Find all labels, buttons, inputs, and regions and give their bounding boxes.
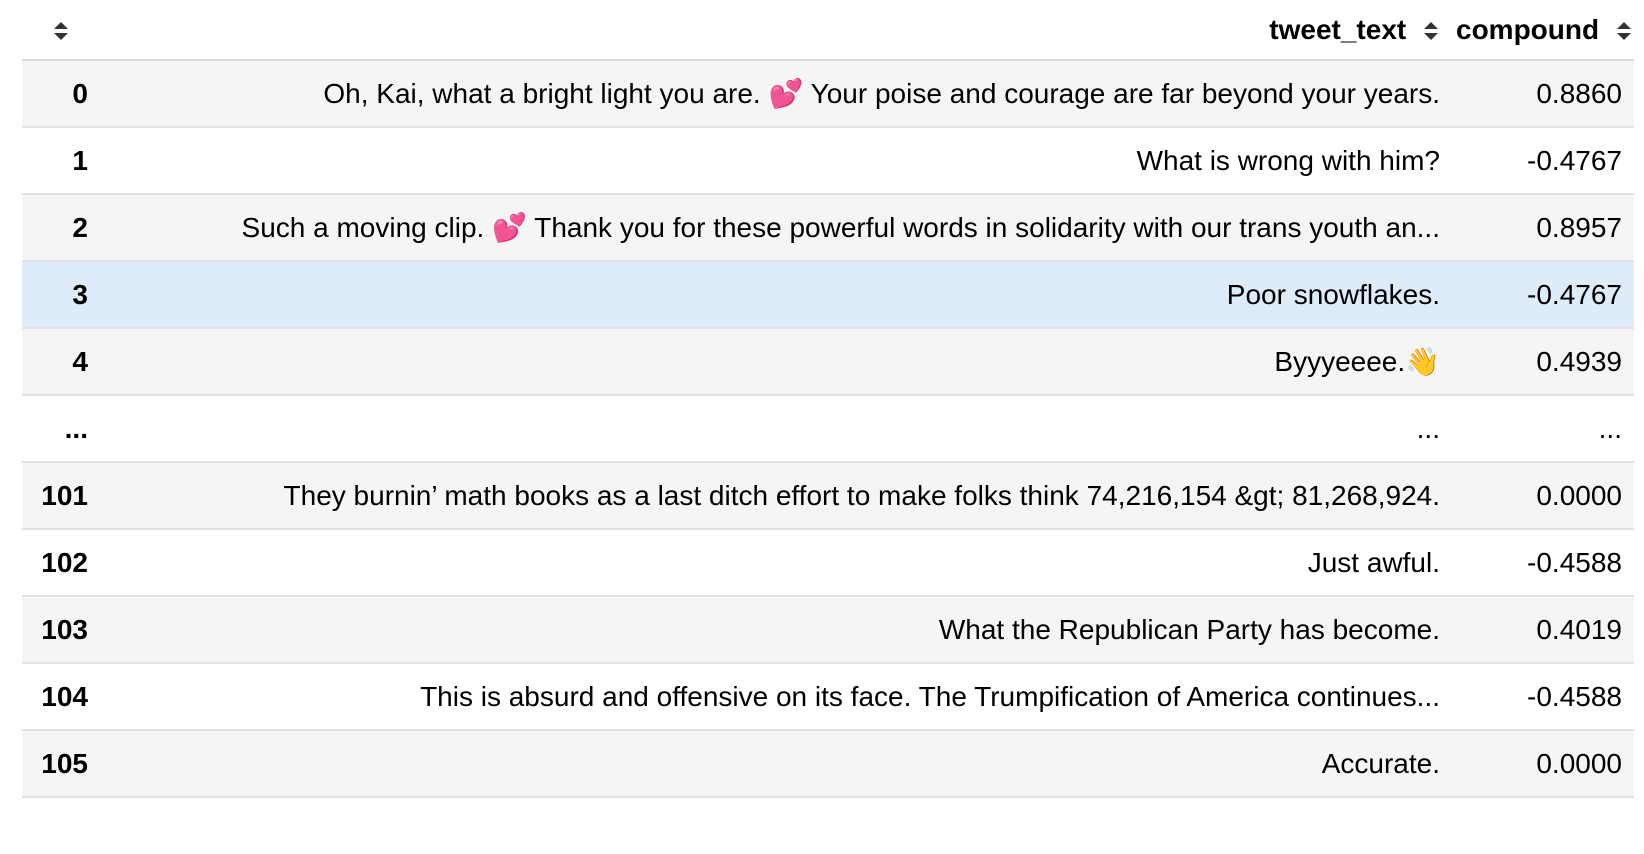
cell-tweet-text: Such a moving clip. 💕 Thank you for thes… (241, 212, 1440, 243)
cell-tweet-text: Accurate. (1321, 747, 1440, 779)
dataframe-table: tweet_text compound 0 Oh, Kai, what a br… (22, 0, 1634, 798)
cell-tweet-text: They burnin’ math books as a last ditch … (283, 479, 1440, 511)
header-row: tweet_text compound (22, 0, 1634, 61)
row-index: 1 (72, 144, 88, 176)
row-index: 103 (41, 613, 88, 645)
row-index: 0 (72, 77, 88, 109)
cell-tweet-text: Just awful. (1307, 546, 1440, 578)
column-header-tweet-text[interactable]: tweet_text (100, 0, 1448, 61)
row-index: 102 (41, 546, 88, 578)
row-index: 105 (41, 747, 88, 779)
table-row[interactable]: 4 Byyyeeee.👋 0.4939 (22, 328, 1634, 395)
cell-tweet-text: ... (1416, 412, 1440, 444)
dataframe-view: tweet_text compound 0 Oh, Kai, what a br… (22, 0, 1634, 798)
cell-compound: 0.0000 (1536, 479, 1622, 511)
table-body: 0 Oh, Kai, what a bright light you are. … (22, 60, 1634, 797)
cell-compound: ... (1598, 412, 1622, 444)
table-row[interactable]: 102 Just awful. -0.4588 (22, 529, 1634, 596)
cell-tweet-text: Byyyeeee.👋 (1274, 346, 1440, 377)
column-header-label: compound (1456, 13, 1600, 45)
sort-updown-icon[interactable] (1615, 19, 1633, 43)
table-row[interactable]: 103 What the Republican Party has become… (22, 596, 1634, 663)
row-index: 101 (41, 479, 88, 511)
row-index: 104 (41, 680, 88, 712)
cell-tweet-text: Poor snowflakes. (1226, 278, 1440, 310)
sort-updown-icon[interactable] (52, 19, 70, 43)
column-header-compound[interactable]: compound (1448, 0, 1634, 61)
column-header-label: tweet_text (1269, 13, 1407, 45)
sort-updown-icon[interactable] (1422, 19, 1440, 43)
row-index: 2 (72, 211, 88, 243)
cell-tweet-text: Oh, Kai, what a bright light you are. 💕 … (323, 78, 1440, 109)
cell-compound: -0.4588 (1527, 680, 1622, 712)
cell-tweet-text: What is wrong with him? (1136, 144, 1440, 176)
row-index: ... (64, 412, 88, 444)
cell-tweet-text: What the Republican Party has become. (938, 613, 1440, 645)
row-index: 3 (72, 278, 88, 310)
table-row-ellipsis: ... ... ... (22, 395, 1634, 462)
table-row[interactable]: 105 Accurate. 0.0000 (22, 730, 1634, 797)
table-row[interactable]: 101 They burnin’ math books as a last di… (22, 462, 1634, 529)
cell-compound: 0.0000 (1536, 747, 1622, 779)
cell-compound: 0.8860 (1536, 77, 1622, 109)
table-header: tweet_text compound (22, 0, 1634, 61)
cell-compound: 0.4019 (1536, 613, 1622, 645)
table-row-selected[interactable]: 3 Poor snowflakes. -0.4767 (22, 261, 1634, 328)
column-header-index[interactable] (22, 0, 100, 61)
cell-compound: -0.4767 (1527, 278, 1622, 310)
table-row[interactable]: 1 What is wrong with him? -0.4767 (22, 127, 1634, 194)
table-row[interactable]: 2 Such a moving clip. 💕 Thank you for th… (22, 194, 1634, 261)
table-row[interactable]: 0 Oh, Kai, what a bright light you are. … (22, 60, 1634, 127)
row-index: 4 (72, 345, 88, 377)
cell-compound: -0.4767 (1527, 144, 1622, 176)
cell-tweet-text: This is absurd and offensive on its face… (420, 680, 1440, 712)
cell-compound: 0.8957 (1536, 211, 1622, 243)
cell-compound: 0.4939 (1536, 345, 1622, 377)
cell-compound: -0.4588 (1527, 546, 1622, 578)
table-row[interactable]: 104 This is absurd and offensive on its … (22, 663, 1634, 730)
